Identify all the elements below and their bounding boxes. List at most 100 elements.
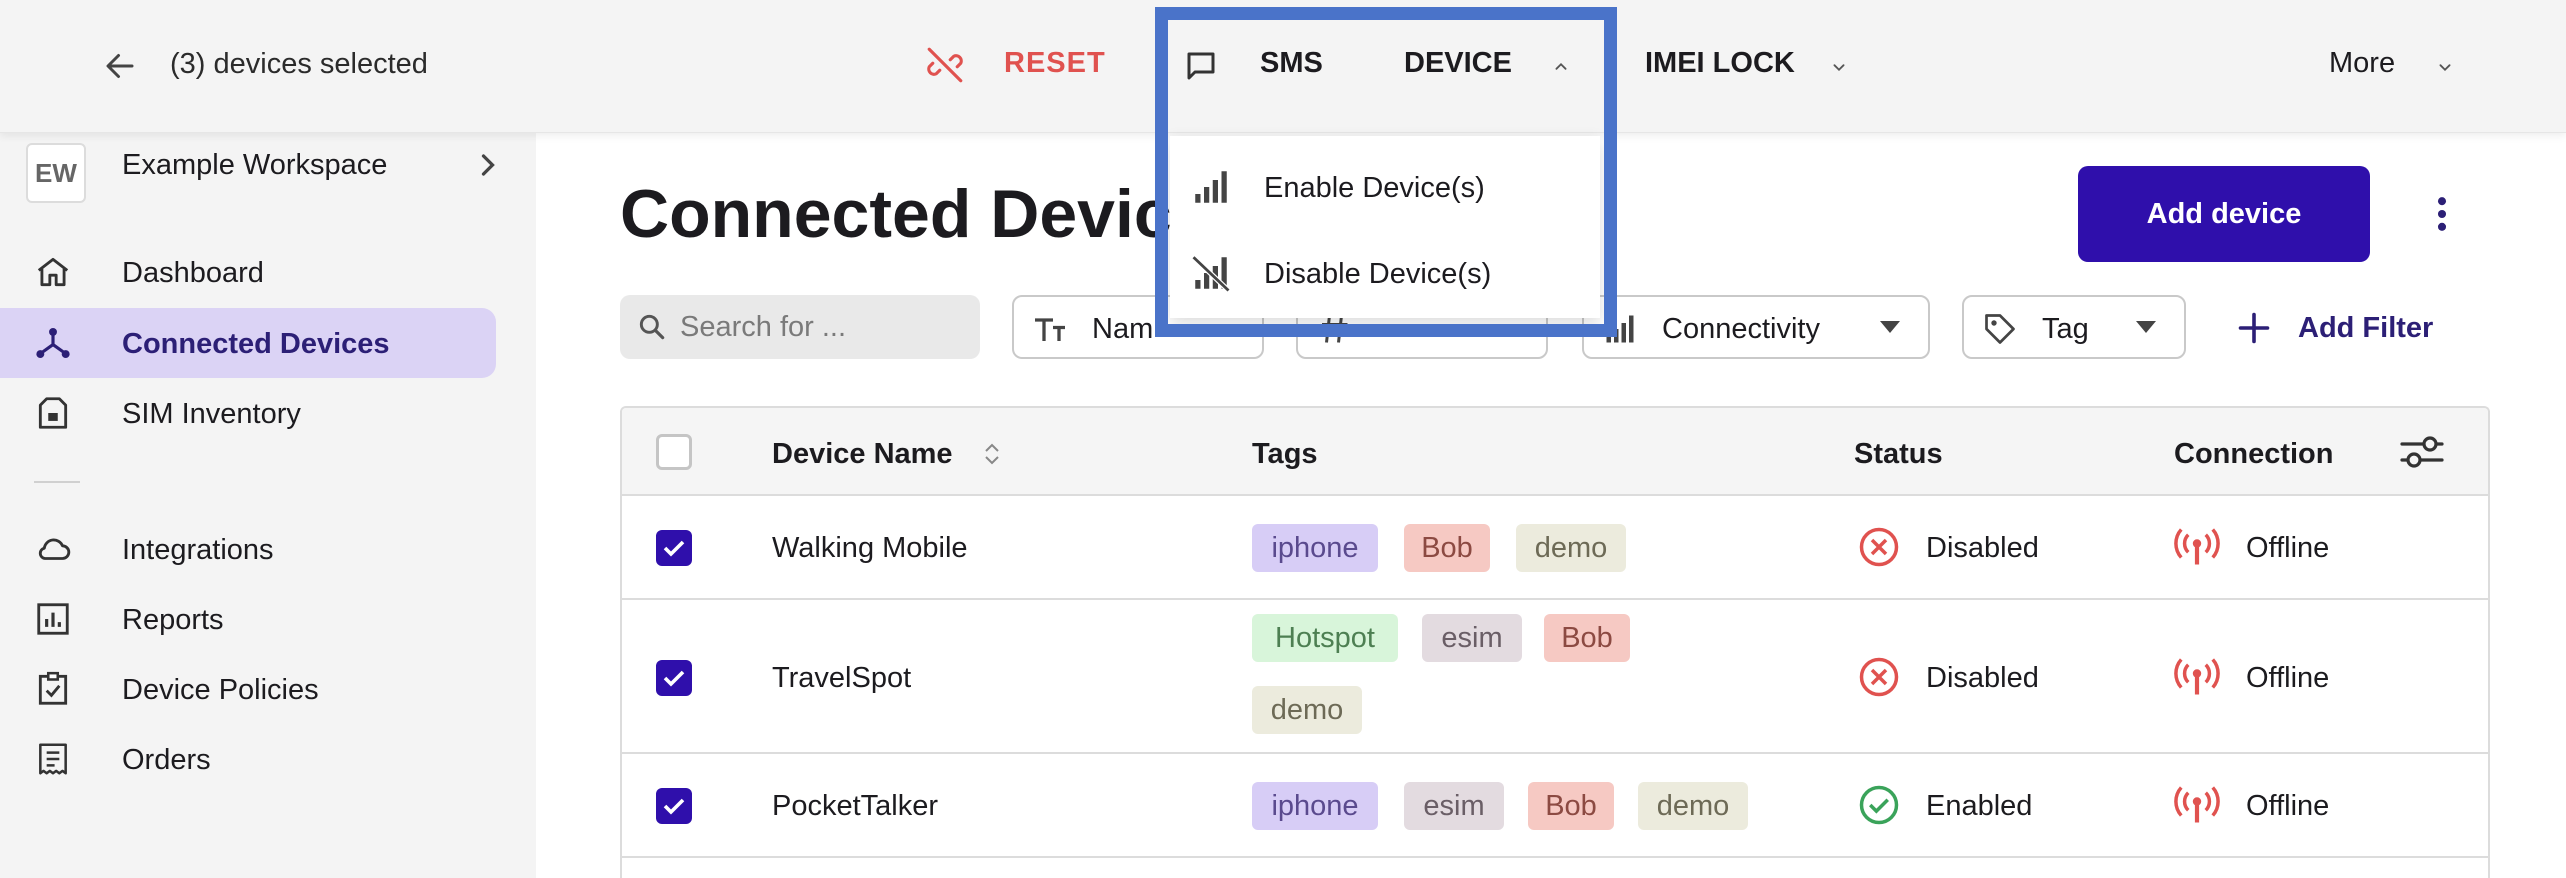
message-icon[interactable] (1183, 48, 1219, 84)
column-settings-icon[interactable] (2398, 432, 2446, 472)
sidebar-item-sim-inventory[interactable]: SIM Inventory (0, 378, 496, 448)
device-dropdown-menu: Enable Device(s) Disable Device(s) (1170, 136, 1600, 318)
connection-text: Offline (2246, 532, 2330, 564)
sidebar-item-label: Orders (122, 744, 211, 776)
sidebar-item-label: Reports (122, 604, 224, 636)
row-checkbox[interactable] (656, 788, 692, 824)
tag-chip[interactable]: demo (1516, 524, 1626, 572)
bar-report-icon (37, 603, 69, 635)
disable-devices-menu-item[interactable]: Disable Device(s) (1170, 232, 1600, 312)
enabled-status-icon (1859, 785, 1899, 825)
tag-chip[interactable]: Hotspot (1252, 614, 1398, 662)
table-header: Device Name Tags Status Connection (622, 408, 2488, 496)
status-text: Enabled (1926, 790, 2033, 822)
tag-chip[interactable]: esim (1422, 614, 1522, 662)
enable-devices-menu-item[interactable]: Enable Device(s) (1170, 146, 1600, 226)
column-header-device-name[interactable]: Device Name (772, 438, 953, 471)
tag-chip[interactable]: Bob (1404, 524, 1490, 572)
connectivity-filter-label: Connectivity (1662, 313, 1820, 345)
sms-button[interactable]: SMS (1260, 47, 1323, 80)
add-filter-label: Add Filter (2298, 312, 2434, 344)
sidebar-item-label: Device Policies (122, 674, 319, 706)
device-menu-button[interactable]: DEVICE (1404, 47, 1512, 80)
workspace-avatar[interactable]: EW (26, 143, 86, 203)
table-row[interactable]: Walking Mobile iphone Bob demo Disabled … (622, 496, 2488, 600)
row-checkbox[interactable] (656, 660, 692, 696)
chevron-down-icon[interactable] (1828, 56, 1850, 78)
column-header-tags: Tags (1252, 438, 1318, 470)
chevron-right-icon[interactable] (470, 147, 506, 183)
network-icon (36, 327, 70, 359)
device-name[interactable]: Walking Mobile (772, 532, 968, 565)
sidebar-item-connected-devices[interactable]: Connected Devices (0, 308, 496, 378)
clipboard-check-icon (38, 671, 68, 705)
disabled-status-icon (1859, 527, 1899, 567)
row-checkbox[interactable] (656, 530, 692, 566)
status-text: Disabled (1926, 532, 2039, 564)
column-header-connection: Connection (2174, 438, 2334, 470)
reset-button[interactable]: RESET (1004, 47, 1106, 80)
table-row[interactable]: TravelSpot Hotspot esim Bob demo Disable… (622, 600, 2488, 754)
bulk-action-bar: (3) devices selected RESET SMS DEVICE IM… (0, 0, 2566, 133)
caret-down-icon (1880, 321, 1900, 333)
page-title: Connected Devic (620, 176, 1172, 252)
chevron-down-icon[interactable] (2434, 56, 2456, 78)
sidebar-item-reports[interactable]: Reports (0, 584, 496, 654)
antenna-offline-icon (2174, 786, 2220, 823)
selection-count: (3) devices selected (170, 48, 428, 80)
tag-chip[interactable]: esim (1404, 782, 1504, 830)
check-icon (663, 798, 685, 815)
tag-chip[interactable]: Bob (1544, 614, 1630, 662)
sidebar: EW Example Workspace Dashboard Connected… (0, 133, 536, 878)
imei-lock-button[interactable]: IMEI LOCK (1645, 47, 1795, 80)
tag-chip[interactable]: iphone (1252, 524, 1378, 572)
signal-bars-icon (1606, 315, 1634, 343)
tag-chip[interactable]: iphone (1252, 782, 1378, 830)
connectivity-filter[interactable]: Connectivity (1582, 295, 1930, 359)
enable-devices-label: Enable Device(s) (1264, 172, 1485, 204)
sidebar-item-integrations[interactable]: Integrations (0, 514, 496, 584)
check-icon (663, 540, 685, 557)
receipt-icon (39, 743, 67, 775)
signal-off-icon (1191, 255, 1231, 293)
devices-table: Device Name Tags Status Connection Walki… (620, 406, 2490, 878)
antenna-offline-icon (2174, 528, 2220, 565)
sidebar-item-label: Integrations (122, 534, 274, 566)
device-name[interactable]: PocketTalker (772, 790, 938, 823)
connection-text: Offline (2246, 790, 2330, 822)
column-header-status: Status (1854, 438, 1943, 470)
tag-filter-label: Tag (2042, 313, 2089, 345)
unlink-icon[interactable] (924, 44, 966, 86)
sidebar-item-dashboard[interactable]: Dashboard (0, 237, 496, 307)
plus-icon (2238, 312, 2270, 344)
add-device-button[interactable]: Add device (2078, 166, 2370, 262)
more-button[interactable]: More (2329, 47, 2395, 80)
disable-devices-label: Disable Device(s) (1264, 258, 1492, 290)
sidebar-item-label: SIM Inventory (122, 398, 301, 430)
tag-chip[interactable]: demo (1638, 782, 1748, 830)
disabled-status-icon (1859, 657, 1899, 697)
sidebar-item-device-policies[interactable]: Device Policies (0, 654, 496, 724)
more-vertical-icon[interactable] (2420, 192, 2464, 236)
sort-icon[interactable] (982, 440, 1002, 468)
signal-bars-icon (1195, 171, 1227, 203)
cloud-icon (38, 538, 71, 560)
search-box (620, 295, 980, 359)
chevron-up-icon[interactable] (1550, 56, 1572, 78)
device-name[interactable]: TravelSpot (772, 662, 911, 695)
select-all-checkbox[interactable] (656, 434, 692, 470)
sidebar-item-label: Connected Devices (122, 328, 390, 360)
tag-icon (1985, 314, 2015, 344)
workspace-name[interactable]: Example Workspace (122, 149, 387, 182)
arrow-left-icon (106, 54, 134, 78)
tag-filter[interactable]: Tag (1962, 295, 2186, 359)
tag-chip[interactable]: Bob (1528, 782, 1614, 830)
back-button[interactable] (96, 42, 144, 90)
sidebar-item-orders[interactable]: Orders (0, 724, 496, 794)
text-size-icon (1035, 318, 1065, 341)
tag-chip[interactable]: demo (1252, 686, 1362, 734)
search-input[interactable] (680, 305, 970, 349)
table-row[interactable]: PocketTalker iphone esim Bob demo Enable… (622, 754, 2488, 858)
sim-card-icon (38, 397, 68, 429)
sidebar-item-label: Dashboard (122, 257, 264, 289)
